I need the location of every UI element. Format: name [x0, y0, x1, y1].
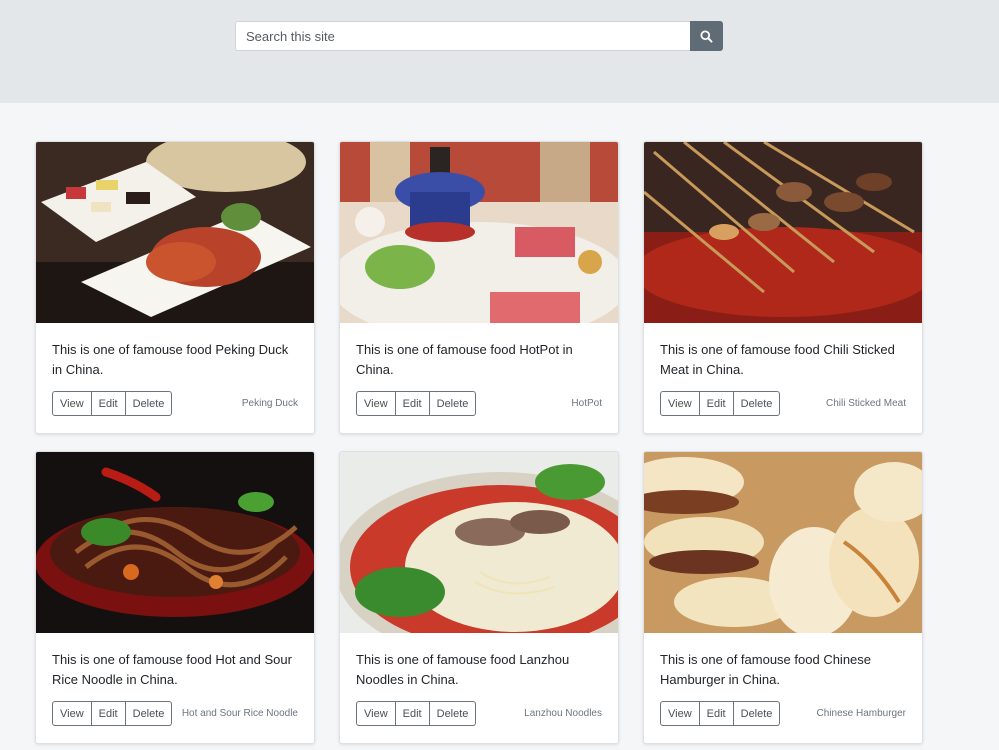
card-footer: View Edit Delete Chinese Hamburger [660, 701, 906, 726]
food-card: This is one of famouse food Peking Duck … [35, 141, 315, 434]
view-button[interactable]: View [356, 391, 396, 416]
card-description: This is one of famouse food Chinese Hamb… [660, 652, 872, 687]
hot-and-sour-rice-noodle-image [36, 452, 314, 633]
card-description: This is one of famouse food HotPot in Ch… [356, 342, 573, 377]
search-input[interactable] [235, 21, 690, 51]
edit-button[interactable]: Edit [91, 701, 126, 726]
hotpot-image [340, 142, 618, 323]
card-description: This is one of famouse food Peking Duck … [52, 342, 289, 377]
card-button-group: View Edit Delete [660, 391, 781, 416]
view-button[interactable]: View [660, 701, 700, 726]
delete-button[interactable]: Delete [733, 391, 781, 416]
chinese-hamburger-image [644, 452, 922, 633]
delete-button[interactable]: Delete [125, 391, 173, 416]
card-button-group: View Edit Delete [356, 701, 477, 726]
card-button-group: View Edit Delete [52, 391, 173, 416]
food-card: This is one of famouse food Chinese Hamb… [643, 451, 923, 744]
delete-button[interactable]: Delete [429, 391, 477, 416]
edit-button[interactable]: Edit [91, 391, 126, 416]
card-body: This is one of famouse food Chili Sticke… [644, 323, 922, 433]
food-card: This is one of famouse food Chili Sticke… [643, 141, 923, 434]
lanzhou-noodles-image [340, 452, 618, 633]
search-button[interactable] [690, 21, 723, 51]
view-button[interactable]: View [356, 701, 396, 726]
card-body: This is one of famouse food Chinese Hamb… [644, 633, 922, 743]
card-body: This is one of famouse food Lanzhou Nood… [340, 633, 618, 743]
search-form [235, 21, 723, 51]
header-bar [0, 0, 999, 103]
food-name-label: Hot and Sour Rice Noodle [181, 708, 298, 719]
card-footer: View Edit Delete Peking Duck [52, 391, 298, 416]
delete-button[interactable]: Delete [125, 701, 173, 726]
peking-duck-image [36, 142, 314, 323]
card-description: This is one of famouse food Hot and Sour… [52, 652, 292, 687]
edit-button[interactable]: Edit [395, 391, 430, 416]
food-card: This is one of famouse food Lanzhou Nood… [339, 451, 619, 744]
delete-button[interactable]: Delete [429, 701, 477, 726]
card-footer: View Edit Delete Hot and Sour Rice Noodl… [52, 701, 298, 726]
food-name-label: Peking Duck [241, 398, 298, 409]
food-name-label: Chinese Hamburger [816, 708, 907, 719]
card-footer: View Edit Delete Chili Sticked Meat [660, 391, 906, 416]
card-button-group: View Edit Delete [356, 391, 477, 416]
edit-button[interactable]: Edit [699, 701, 734, 726]
card-button-group: View Edit Delete [660, 701, 781, 726]
view-button[interactable]: View [660, 391, 700, 416]
food-name-label: Chili Sticked Meat [825, 398, 906, 409]
card-description: This is one of famouse food Lanzhou Nood… [356, 652, 570, 687]
card-button-group: View Edit Delete [52, 701, 173, 726]
chili-sticked-meat-image [644, 142, 922, 323]
search-icon [700, 29, 713, 43]
card-footer: View Edit Delete HotPot [356, 391, 602, 416]
card-footer: View Edit Delete Lanzhou Noodles [356, 701, 602, 726]
card-body: This is one of famouse food HotPot in Ch… [340, 323, 618, 433]
view-button[interactable]: View [52, 391, 92, 416]
view-button[interactable]: View [52, 701, 92, 726]
food-name-label: Lanzhou Noodles [524, 708, 602, 719]
card-description: This is one of famouse food Chili Sticke… [660, 342, 895, 377]
card-body: This is one of famouse food Hot and Sour… [36, 633, 314, 743]
delete-button[interactable]: Delete [733, 701, 781, 726]
card-body: This is one of famouse food Peking Duck … [36, 323, 314, 433]
edit-button[interactable]: Edit [699, 391, 734, 416]
food-card: This is one of famouse food Hot and Sour… [35, 451, 315, 744]
food-name-label: HotPot [571, 398, 602, 409]
edit-button[interactable]: Edit [395, 701, 430, 726]
food-card: This is one of famouse food HotPot in Ch… [339, 141, 619, 434]
